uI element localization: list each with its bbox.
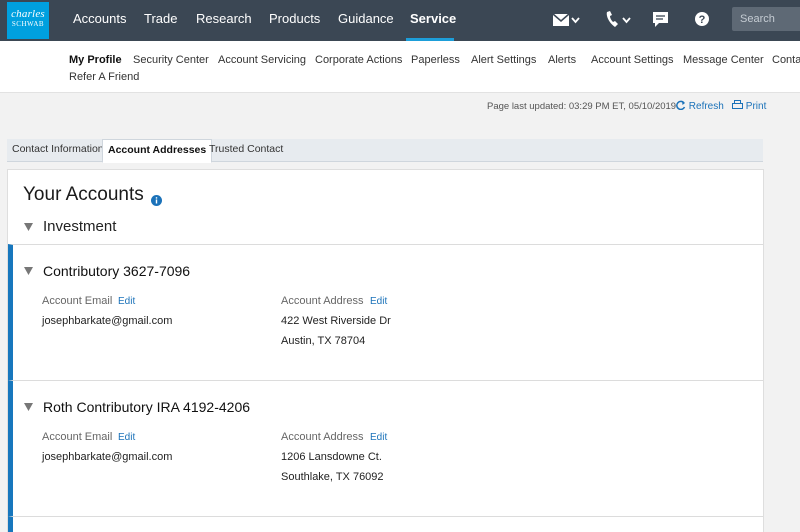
tab-bar: Contact Information Account Addresses Tr… — [7, 139, 763, 163]
mail-icon[interactable] — [551, 8, 581, 32]
account-address-label: Account Address — [281, 295, 364, 307]
sub-navigation: My Profile Security Center Account Servi… — [0, 41, 800, 93]
search-input[interactable]: Search — [732, 7, 800, 31]
nav-research[interactable]: Research — [196, 0, 252, 41]
logo-text-line2: SCHWAB — [11, 20, 45, 28]
page-last-updated: Page last updated: 03:29 PM ET, 05/10/20… — [487, 101, 677, 112]
refresh-icon — [676, 100, 686, 111]
account-card — [8, 516, 763, 532]
print-label: Print — [745, 101, 767, 112]
collapse-caret-icon[interactable] — [24, 267, 33, 275]
address-line2: Austin, TX 78704 — [281, 335, 366, 347]
account-name[interactable]: Roth Contributory IRA 4192-4206 — [43, 399, 250, 415]
collapse-caret-icon[interactable] — [24, 223, 33, 231]
subnav-contact[interactable]: Contac — [772, 54, 800, 66]
help-icon[interactable]: ? — [693, 8, 711, 32]
address-line1: 1206 Lansdowne Ct. — [281, 451, 382, 463]
subnav-alerts[interactable]: Alerts — [548, 54, 576, 66]
top-navigation: charles SCHWAB Accounts Trade Research P… — [0, 0, 800, 41]
nav-guidance[interactable]: Guidance — [338, 0, 394, 41]
subnav-alert-settings[interactable]: Alert Settings — [471, 54, 536, 66]
account-email-label: Account Email — [42, 431, 113, 443]
edit-address-link[interactable]: Edit — [370, 296, 387, 307]
subnav-paperless[interactable]: Paperless — [411, 54, 460, 66]
nav-trade[interactable]: Trade — [144, 0, 177, 41]
accounts-panel: Your Accounts Investment Contributory 36… — [7, 169, 764, 532]
nav-accounts[interactable]: Accounts — [73, 0, 126, 41]
edit-email-link[interactable]: Edit — [118, 296, 135, 307]
chat-icon[interactable] — [651, 8, 671, 32]
address-line2: Southlake, TX 76092 — [281, 471, 384, 483]
account-name[interactable]: Contributory 3627-7096 — [43, 263, 190, 279]
subnav-refer-a-friend[interactable]: Refer A Friend — [69, 71, 139, 83]
refresh-link[interactable]: Refresh — [676, 100, 724, 112]
phone-icon[interactable] — [603, 8, 633, 32]
account-card: Roth Contributory IRA 4192-4206 Account … — [8, 380, 763, 517]
subnav-security-center[interactable]: Security Center — [133, 54, 209, 66]
collapse-caret-icon[interactable] — [24, 403, 33, 411]
account-email-label: Account Email — [42, 295, 113, 307]
schwab-logo[interactable]: charles SCHWAB — [7, 2, 49, 39]
info-icon[interactable] — [151, 195, 162, 206]
subnav-account-settings[interactable]: Account Settings — [591, 54, 674, 66]
account-card: Contributory 3627-7096 Account Email Edi… — [8, 244, 763, 381]
address-line1: 422 West Riverside Dr — [281, 315, 391, 327]
tab-contact-information[interactable]: Contact Information — [7, 139, 109, 162]
subnav-account-servicing[interactable]: Account Servicing — [218, 54, 306, 66]
print-link[interactable]: Print — [732, 100, 766, 112]
edit-email-link[interactable]: Edit — [118, 432, 135, 443]
subnav-my-profile[interactable]: My Profile — [69, 54, 122, 66]
subnav-message-center[interactable]: Message Center — [683, 54, 764, 66]
page-title: Your Accounts — [23, 184, 144, 205]
tab-account-addresses[interactable]: Account Addresses — [102, 139, 213, 163]
account-email-value: josephbarkate@gmail.com — [42, 451, 173, 463]
account-address-label: Account Address — [281, 431, 364, 443]
print-icon — [732, 100, 743, 109]
subnav-corporate-actions[interactable]: Corporate Actions — [315, 54, 402, 66]
logo-text-line1: charles — [11, 8, 45, 20]
svg-text:?: ? — [699, 14, 706, 26]
nav-service[interactable]: Service — [410, 0, 456, 41]
edit-address-link[interactable]: Edit — [370, 432, 387, 443]
account-email-value: josephbarkate@gmail.com — [42, 315, 173, 327]
nav-products[interactable]: Products — [269, 0, 320, 41]
group-investment[interactable]: Investment — [43, 218, 116, 235]
tab-trusted-contact[interactable]: Trusted Contact — [204, 139, 288, 162]
refresh-label: Refresh — [688, 101, 724, 112]
